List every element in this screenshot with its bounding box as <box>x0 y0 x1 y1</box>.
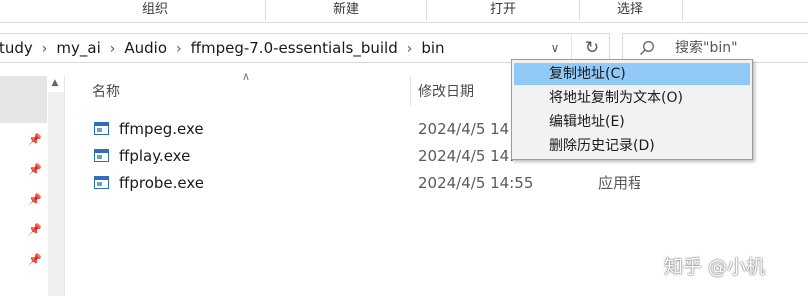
file-date: 2024/4/5 14: <box>418 147 515 165</box>
column-header-name[interactable]: 名称 <box>92 78 120 106</box>
executable-file-icon <box>94 149 109 162</box>
pin-icon[interactable]: 📌 <box>28 163 42 177</box>
breadcrumb: tudy › my_ai › Audio › ffmpeg-7.0-essentials_b… <box>0 34 445 62</box>
pin-icon[interactable]: 📌 <box>28 253 42 267</box>
file-name: ffmpeg.exe <box>119 120 204 138</box>
menu-item-delete-history[interactable]: 删除历史记录(D) <box>514 135 750 157</box>
column-divider[interactable] <box>410 76 411 106</box>
pin-icon[interactable]: 📌 <box>28 193 42 207</box>
menu-item-copy-address-as-text[interactable]: 将地址复制为文本(O) <box>514 87 750 109</box>
ribbon-group-labels: 组织 新建 打开 选择 <box>0 0 808 23</box>
breadcrumb-chevron-icon[interactable]: › <box>407 35 413 63</box>
executable-file-icon <box>94 122 109 135</box>
menu-item-edit-address[interactable]: 编辑地址(E) <box>514 111 750 133</box>
file-row[interactable]: ffprobe.exe 2024/4/5 14:55 应用程 <box>92 171 640 198</box>
ribbon-divider <box>682 0 683 20</box>
breadcrumb-chevron-icon[interactable]: › <box>176 35 182 63</box>
ribbon-group-organize[interactable]: 组织 <box>40 0 270 22</box>
breadcrumb-chevron-icon[interactable]: › <box>42 35 48 63</box>
pin-icon[interactable]: 📌 <box>28 133 42 147</box>
watermark: 知乎 @小机 <box>664 256 766 278</box>
file-name: ffprobe.exe <box>119 174 204 192</box>
menu-item-copy-address[interactable]: 复制地址(C) <box>514 63 750 85</box>
search-icon <box>640 41 654 55</box>
nav-selected-item[interactable] <box>0 76 47 123</box>
ribbon-group-select[interactable]: 选择 <box>580 0 680 22</box>
scroll-up-arrow-icon[interactable]: ▲ <box>48 78 62 92</box>
breadcrumb-item-study[interactable]: tudy <box>0 34 33 62</box>
ribbon-group-open[interactable]: 打开 <box>427 0 579 22</box>
address-divider <box>571 35 572 61</box>
executable-file-icon <box>94 176 109 189</box>
ribbon-group-new[interactable]: 新建 <box>266 0 426 22</box>
breadcrumb-item-audio[interactable]: Audio <box>124 34 167 62</box>
nav-scrollbar[interactable] <box>48 92 64 296</box>
refresh-icon[interactable]: ↻ <box>577 34 607 62</box>
chevron-down-icon[interactable]: ∨ <box>544 34 566 62</box>
file-type: 应用程 <box>598 174 640 192</box>
file-name: ffplay.exe <box>119 147 191 165</box>
search-placeholder: 搜索"bin" <box>675 40 738 56</box>
address-context-menu: 复制地址(C) 将地址复制为文本(O) 编辑地址(E) 删除历史记录(D) <box>511 59 753 160</box>
pin-icon[interactable]: 📌 <box>28 223 42 237</box>
breadcrumb-item-ffmpeg-build[interactable]: ffmpeg-7.0-essentials_build <box>191 34 398 62</box>
breadcrumb-chevron-icon[interactable]: › <box>110 35 116 63</box>
breadcrumb-item-bin[interactable]: bin <box>421 34 444 62</box>
sort-ascending-icon: ∧ <box>242 70 251 83</box>
navigation-pane: ▲ 📌 📌 📌 📌 📌 <box>0 76 65 296</box>
file-date: 2024/4/5 14: <box>418 120 515 138</box>
breadcrumb-item-my-ai[interactable]: my_ai <box>56 34 100 62</box>
column-header-date[interactable]: 修改日期 <box>418 78 474 106</box>
file-date: 2024/4/5 14:55 <box>418 174 534 192</box>
